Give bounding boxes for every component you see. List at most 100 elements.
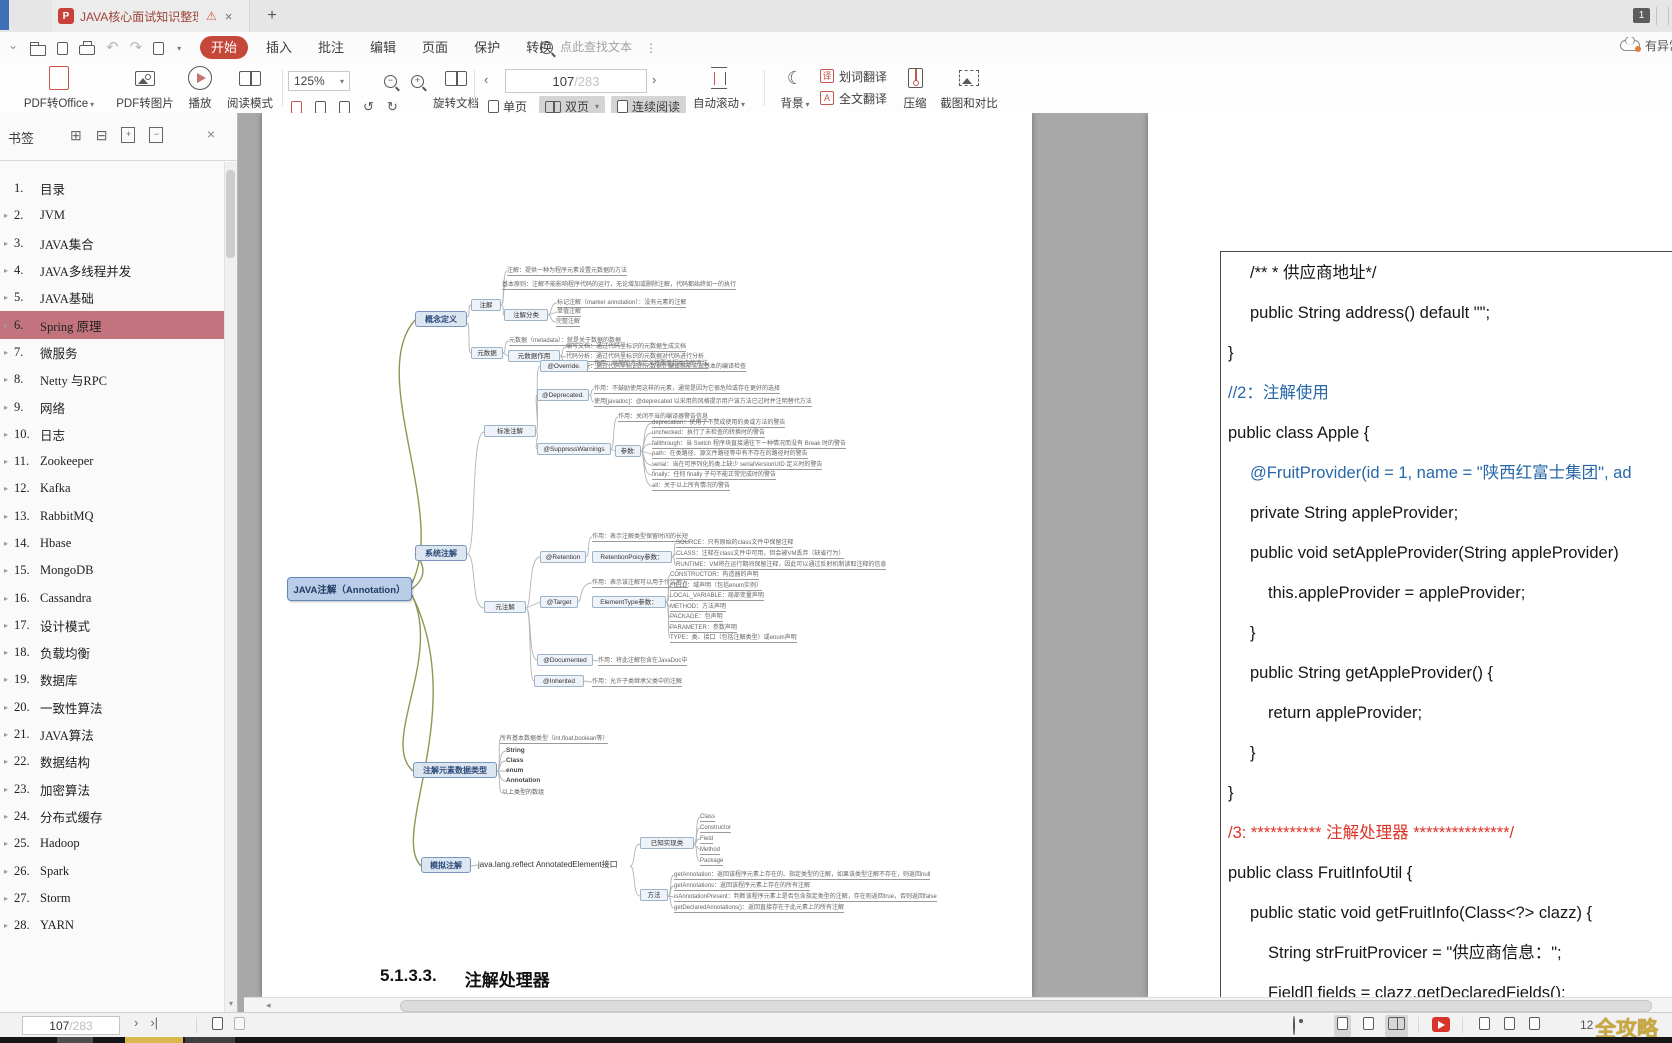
edit-doc-icon[interactable] (153, 42, 164, 55)
undo-icon[interactable]: ↶ (106, 39, 119, 57)
previous-view-icon[interactable] (212, 1017, 223, 1035)
double-page-mode-icon[interactable] (1385, 1015, 1408, 1037)
expand-arrow-icon[interactable]: ▸ (0, 512, 12, 521)
next-page-icon[interactable]: › (134, 1015, 138, 1030)
expand-arrow-icon[interactable]: ▸ (0, 839, 12, 848)
expand-arrow-icon[interactable]: ▸ (0, 293, 12, 302)
expand-arrow-icon[interactable]: ▸ (0, 266, 12, 275)
bookmark-item[interactable]: ▸ 19. 数据库 (0, 666, 226, 693)
bookmark-item[interactable]: ▸ 8. Netty 与RPC (0, 366, 226, 393)
bookmark-item[interactable]: ▸ 6. Spring 原理 (0, 311, 226, 338)
expand-arrow-icon[interactable]: ▸ (0, 430, 12, 439)
expand-arrow-icon[interactable]: ▸ (0, 348, 12, 357)
cloud-sync-status[interactable]: 有异常 (1620, 37, 1672, 54)
bookmark-item[interactable]: ▸ 4. JAVA多线程并发 (0, 257, 226, 284)
bookmark-item[interactable]: ▸ 28. YARN (0, 912, 226, 939)
expand-arrow-icon[interactable]: ▸ (0, 730, 12, 739)
expand-arrow-icon[interactable]: ▸ (0, 894, 12, 903)
word-translate-button[interactable]: 译划词翻译 (820, 65, 887, 87)
collapse-toolbar-icon[interactable]: ⌄ (8, 38, 18, 52)
bookmark-item[interactable]: ▸ 15. MongoDB (0, 557, 226, 584)
page-number-input[interactable]: 107/283 (505, 69, 647, 93)
expand-arrow-icon[interactable]: ▸ (0, 785, 12, 794)
bookmark-item[interactable]: ▸ 13. RabbitMQ (0, 503, 226, 530)
expand-arrow-icon[interactable]: ▸ (0, 211, 12, 220)
expand-arrow-icon[interactable]: ▸ (0, 239, 12, 248)
bookmark-item[interactable]: ▸ 18. 负载均衡 (0, 639, 226, 666)
eye-protection-icon[interactable] (1293, 1017, 1295, 1035)
bookmark-item[interactable]: ▸ 17. 设计模式 (0, 612, 226, 639)
bookmark-item[interactable]: ▸ 20. 一致性算法 (0, 694, 226, 721)
more-options-icon[interactable]: ⋮ (645, 41, 657, 55)
bookmark-item[interactable]: ▸ 27. Storm (0, 885, 226, 912)
horizontal-scrollbar[interactable]: ◂ (244, 997, 1672, 1012)
status-page-input[interactable]: 107/283 (22, 1016, 120, 1035)
fit-page-icon[interactable] (315, 101, 326, 114)
bookmark-item[interactable]: ▸ 23. 加密算法 (0, 776, 226, 803)
actual-size-icon[interactable] (291, 101, 302, 114)
rotate-doc-button[interactable]: 旋转文档 (428, 64, 484, 111)
window-count-badge[interactable]: 1 (1633, 8, 1650, 23)
actual-size-icon[interactable] (1476, 1015, 1493, 1037)
expand-arrow-icon[interactable]: ▸ (0, 648, 12, 657)
scroll-down-icon[interactable]: ▾ (225, 999, 237, 1008)
expand-arrow-icon[interactable]: ▸ (0, 757, 12, 766)
expand-arrow-icon[interactable]: ▸ (0, 403, 12, 412)
screenshot-compare-button[interactable]: 截图和对比 (930, 64, 1008, 111)
fit-page-icon[interactable] (1501, 1015, 1518, 1037)
bookmark-item[interactable]: ▸ 26. Spark (0, 857, 226, 884)
pdf-to-image-button[interactable]: PDF转图片 (112, 64, 178, 111)
find-text-box[interactable]: 点此查找文本 ⋮ (540, 37, 657, 58)
expand-arrow-icon[interactable]: ▸ (0, 867, 12, 876)
expand-arrow-icon[interactable]: ▸ (0, 594, 12, 603)
bookmark-item[interactable]: ▸ 22. 数据结构 (0, 748, 226, 775)
collapse-all-icon[interactable]: ⊟ (96, 127, 108, 144)
fit-width-icon[interactable] (339, 101, 350, 114)
expand-arrow-icon[interactable]: ▸ (0, 921, 12, 930)
bookmark-item[interactable]: ▸ 11. Zookeeper (0, 448, 226, 475)
compress-button[interactable]: 压缩 (896, 64, 934, 111)
single-page-mode-icon[interactable] (1360, 1015, 1377, 1037)
bookmark-item[interactable]: ▸ 21. JAVA算法 (0, 721, 226, 748)
auto-scroll-button[interactable]: 自动滚动▾ (684, 64, 754, 111)
menu-tab[interactable]: 保护 (474, 36, 500, 59)
bookmark-item[interactable]: ▸ 16. Cassandra (0, 584, 226, 611)
menu-tab[interactable]: 页面 (422, 36, 448, 59)
expand-arrow-icon[interactable]: ▸ (0, 457, 12, 466)
bookmark-item[interactable]: ▸ 9. 网络 (0, 393, 226, 420)
zoom-in-icon[interactable]: + (411, 75, 424, 88)
full-translate-button[interactable]: A全文翻译 (820, 87, 887, 109)
expand-arrow-icon[interactable]: ▸ (0, 566, 12, 575)
expand-all-icon[interactable]: ⊞ (70, 127, 82, 144)
save-icon[interactable] (57, 42, 68, 55)
close-tab-icon[interactable]: × (225, 9, 233, 24)
expand-arrow-icon[interactable]: ▸ (0, 321, 12, 330)
expand-arrow-icon[interactable]: ▸ (0, 812, 12, 821)
open-file-icon[interactable] (30, 45, 46, 56)
new-tab-button[interactable]: + (260, 4, 284, 28)
tab-start[interactable]: 开始 (200, 36, 248, 59)
add-bookmark-icon[interactable]: + (121, 127, 135, 143)
bookmark-item[interactable]: ▸ 12. Kafka (0, 475, 226, 502)
expand-arrow-icon[interactable]: ▸ (0, 484, 12, 493)
menu-tab[interactable]: 插入 (266, 36, 292, 59)
qat-dropdown-icon[interactable]: ▾ (177, 44, 181, 53)
reading-mode-button[interactable]: 阅读模式 (222, 64, 278, 111)
remove-bookmark-icon[interactable]: − (149, 127, 163, 143)
next-page-icon[interactable]: › (652, 72, 656, 87)
background-button[interactable]: ☾ 背景▾ (772, 64, 818, 111)
expand-arrow-icon[interactable]: ▸ (0, 675, 12, 684)
play-mode-button[interactable] (1432, 1017, 1450, 1032)
fit-width-icon[interactable] (1526, 1015, 1543, 1037)
next-view-icon[interactable] (234, 1017, 245, 1035)
bookmark-item[interactable]: ▸ 14. Hbase (0, 530, 226, 557)
last-page-icon[interactable]: ›| (150, 1015, 158, 1030)
bookmark-item[interactable]: ▸ 7. 微服务 (0, 339, 226, 366)
bookmark-item[interactable]: ▸ 25. Hadoop (0, 830, 226, 857)
expand-arrow-icon[interactable]: ▸ (0, 621, 12, 630)
menu-tab[interactable]: 编辑 (370, 36, 396, 59)
bookmark-item[interactable]: ▸ 1. 目录 (0, 175, 226, 202)
expand-arrow-icon[interactable]: ▸ (0, 375, 12, 384)
close-panel-icon[interactable]: × (207, 126, 215, 142)
play-button[interactable]: 播放 (180, 64, 220, 111)
